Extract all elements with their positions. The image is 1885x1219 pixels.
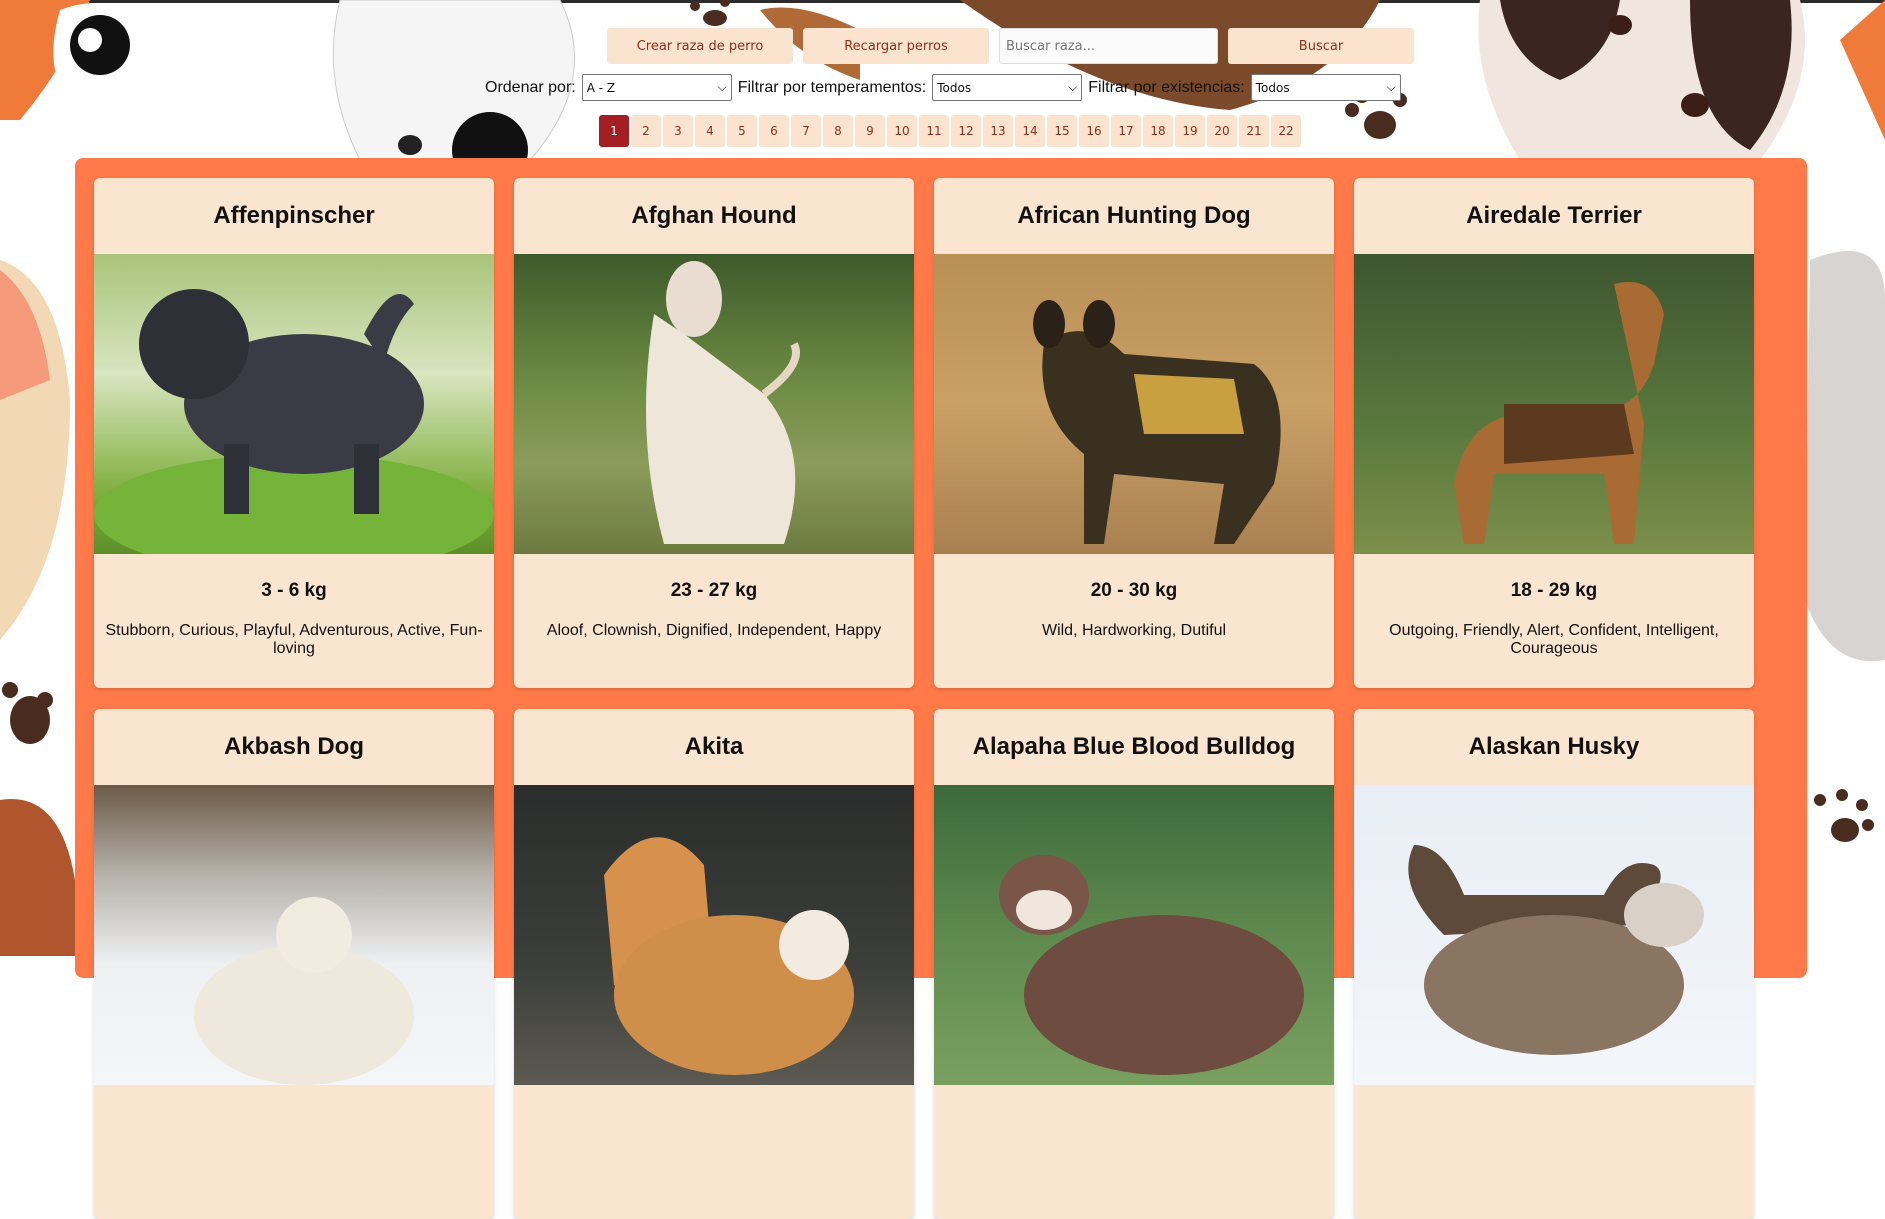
- page-button[interactable]: 20: [1207, 115, 1237, 147]
- breed-name: Akbash Dog: [223, 733, 364, 760]
- breed-photo: [934, 254, 1334, 554]
- breed-name: Alapaha Blue Blood Bulldog: [972, 733, 1296, 760]
- dog-photo-illustration: [194, 897, 414, 1085]
- temperament-filter-label: Filtrar por temperamentos:: [737, 78, 927, 96]
- page-button[interactable]: 8: [823, 115, 853, 147]
- existence-filter-label: Filtrar por existencias:: [1088, 78, 1245, 96]
- page-button[interactable]: 16: [1079, 115, 1109, 147]
- temperament-filter-select[interactable]: Todos ⌵: [932, 74, 1083, 101]
- order-select[interactable]: A - Z ⌵: [581, 74, 732, 101]
- page-button[interactable]: 2: [631, 115, 661, 147]
- create-breed-button[interactable]: Crear raza de perro: [607, 28, 793, 64]
- breed-photo: [1354, 254, 1754, 554]
- breed-card[interactable]: Airedale Terrier 18 - 29 kg Outgoing, Fr…: [1354, 178, 1754, 688]
- breed-photo: [514, 254, 914, 554]
- page-button[interactable]: 4: [695, 115, 725, 147]
- breed-weight: 18 - 29 kg: [1510, 580, 1598, 601]
- breed-card[interactable]: Afghan Hound 23 - 27 kg Aloof, Clownish,…: [514, 178, 914, 688]
- breeds-grid-panel: Affenpinscher 3 - 6 kg Stubborn, Curious…: [75, 158, 1807, 1219]
- existence-filter-value: Todos: [1255, 80, 1290, 95]
- toolbar: Crear raza de perro Recargar perros Busc…: [607, 28, 1414, 64]
- dog-photo-illustration: [1033, 300, 1281, 544]
- window-top-border: [0, 0, 1885, 3]
- breed-weight: 3 - 6 kg: [261, 580, 327, 601]
- page-button[interactable]: 18: [1143, 115, 1173, 147]
- page-button[interactable]: 12: [951, 115, 981, 147]
- page-button[interactable]: 6: [759, 115, 789, 147]
- breed-card[interactable]: African Hunting Dog 20 - 30 kg Wild, Har…: [934, 178, 1334, 688]
- reload-dogs-button[interactable]: Recargar perros: [803, 28, 989, 64]
- breed-temperament: Stubborn, Curious, Playful, Adventurous,…: [105, 622, 483, 657]
- page-button[interactable]: 3: [663, 115, 693, 147]
- temperament-filter-value: Todos: [937, 80, 972, 95]
- page-button[interactable]: 1: [599, 115, 629, 147]
- chevron-down-icon: ⌵: [1068, 80, 1078, 94]
- breed-name: Affenpinscher: [213, 202, 375, 229]
- chevron-down-icon: ⌵: [717, 80, 727, 94]
- page-button[interactable]: 14: [1015, 115, 1045, 147]
- pagination: 1 2 3 4 5 6 7 8 9 10 11 12 13 14 15 16 17 18 19 20 21 22: [599, 115, 1301, 147]
- page-button[interactable]: 7: [791, 115, 821, 147]
- breed-photo: [514, 785, 914, 1085]
- dog-photo-illustration: [1408, 845, 1704, 1055]
- breed-card[interactable]: Affenpinscher 3 - 6 kg Stubborn, Curious…: [94, 178, 494, 688]
- dog-photo-illustration: [646, 261, 800, 544]
- breed-name: Akita: [684, 733, 744, 760]
- search-button[interactable]: Buscar: [1228, 28, 1414, 64]
- dog-photo-illustration: [94, 289, 494, 554]
- breed-name: African Hunting Dog: [1017, 202, 1251, 229]
- page-button[interactable]: 15: [1047, 115, 1077, 147]
- breed-name: Afghan Hound: [631, 202, 797, 229]
- breed-name: Airedale Terrier: [1466, 202, 1642, 229]
- page-button[interactable]: 11: [919, 115, 949, 147]
- breed-weight: 20 - 30 kg: [1090, 580, 1178, 601]
- breed-temperament: Aloof, Clownish, Dignified, Independent,…: [546, 622, 882, 639]
- breed-photo: [1354, 785, 1754, 1085]
- order-select-value: A - Z: [586, 80, 616, 95]
- search-input[interactable]: [999, 28, 1218, 64]
- breed-temperament: Outgoing, Friendly, Alert, Confident, In…: [1389, 622, 1719, 657]
- breed-card[interactable]: Akita: [514, 709, 914, 1219]
- breed-photo: [94, 785, 494, 1085]
- breed-card[interactable]: Alapaha Blue Blood Bulldog: [934, 709, 1334, 1219]
- dog-photo-illustration: [1454, 282, 1664, 544]
- filters-bar: Ordenar por: A - Z ⌵ Filtrar por tempera…: [485, 74, 1401, 101]
- page-button[interactable]: 10: [887, 115, 917, 147]
- existence-filter-select[interactable]: Todos ⌵: [1250, 74, 1401, 101]
- breed-photo: [934, 785, 1334, 1085]
- breed-card[interactable]: Akbash Dog: [94, 709, 494, 1219]
- page-button[interactable]: 5: [727, 115, 757, 147]
- page-button[interactable]: 13: [983, 115, 1013, 147]
- page-button[interactable]: 21: [1239, 115, 1269, 147]
- breed-temperament: Wild, Hardworking, Dutiful: [1041, 622, 1227, 639]
- page-button[interactable]: 17: [1111, 115, 1141, 147]
- page-button[interactable]: 22: [1271, 115, 1301, 147]
- dog-photo-illustration: [999, 855, 1304, 1075]
- breed-card[interactable]: Alaskan Husky: [1354, 709, 1754, 1219]
- dog-photo-illustration: [604, 837, 854, 1075]
- page-button[interactable]: 19: [1175, 115, 1205, 147]
- page-button[interactable]: 9: [855, 115, 885, 147]
- breed-name: Alaskan Husky: [1468, 733, 1640, 760]
- breed-photo: [94, 254, 494, 554]
- order-label: Ordenar por:: [485, 78, 576, 96]
- chevron-down-icon: ⌵: [1386, 80, 1396, 94]
- breed-weight: 23 - 27 kg: [670, 580, 758, 601]
